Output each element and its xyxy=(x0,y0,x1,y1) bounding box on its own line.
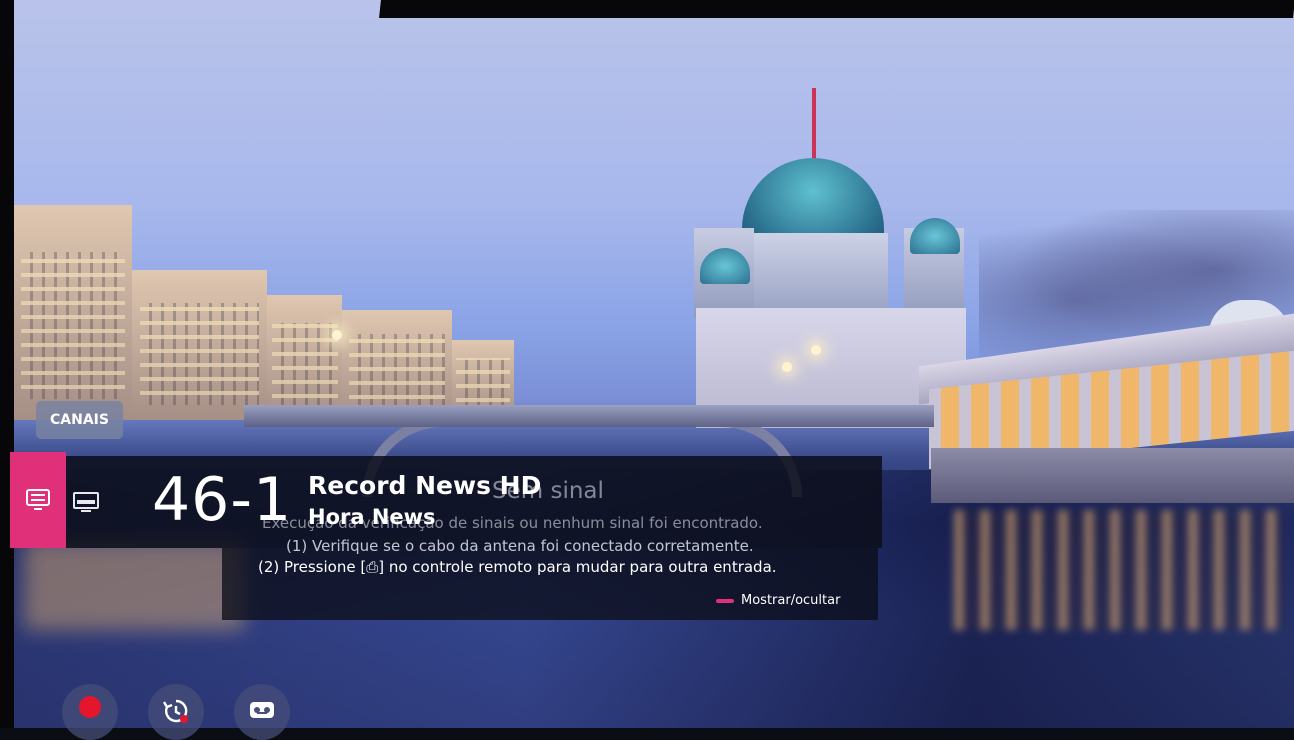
tv-icon xyxy=(73,492,99,512)
recordings-button[interactable] xyxy=(234,684,290,740)
input-source-button[interactable] xyxy=(66,456,106,548)
program-title: Record News HD xyxy=(308,471,542,500)
building xyxy=(342,310,452,420)
building xyxy=(132,270,267,420)
channels-tag[interactable]: CANAIS xyxy=(36,401,123,439)
guide-icon xyxy=(26,489,50,510)
tv-bezel xyxy=(379,0,1294,18)
pink-key-icon xyxy=(716,598,734,603)
river-reflection-right xyxy=(954,510,1284,630)
channel-list-button[interactable] xyxy=(10,452,66,548)
tower-dome xyxy=(910,218,960,254)
building xyxy=(14,205,132,420)
timeshift-button[interactable] xyxy=(148,684,204,740)
record-icon xyxy=(79,696,101,718)
program-subtitle: Hora News xyxy=(308,505,436,529)
show-hide-label: Mostrar/ocultar xyxy=(741,593,841,608)
cathedral-drum xyxy=(738,233,888,313)
channel-number: 46-1 xyxy=(152,465,293,535)
cathedral-spire xyxy=(812,88,816,160)
building xyxy=(267,295,342,420)
city-buildings xyxy=(14,205,514,420)
no-signal-message-line: (1) Verifique se o cabo da antena foi co… xyxy=(286,537,754,555)
no-signal-message-line: (2) Pressione [⎙] no controle remoto par… xyxy=(258,558,777,576)
colonnade-base xyxy=(931,448,1294,503)
river-reflection-left xyxy=(24,540,244,630)
recordings-icon xyxy=(250,702,274,718)
record-button[interactable] xyxy=(62,684,118,740)
street-lamp xyxy=(332,330,342,340)
street-lamp xyxy=(811,345,821,355)
timeshift-icon xyxy=(162,699,188,723)
colonnade xyxy=(919,300,1294,503)
show-hide-hint[interactable]: Mostrar/ocultar xyxy=(716,593,840,608)
street-lamp xyxy=(782,362,792,372)
bridge-deck xyxy=(244,405,934,427)
